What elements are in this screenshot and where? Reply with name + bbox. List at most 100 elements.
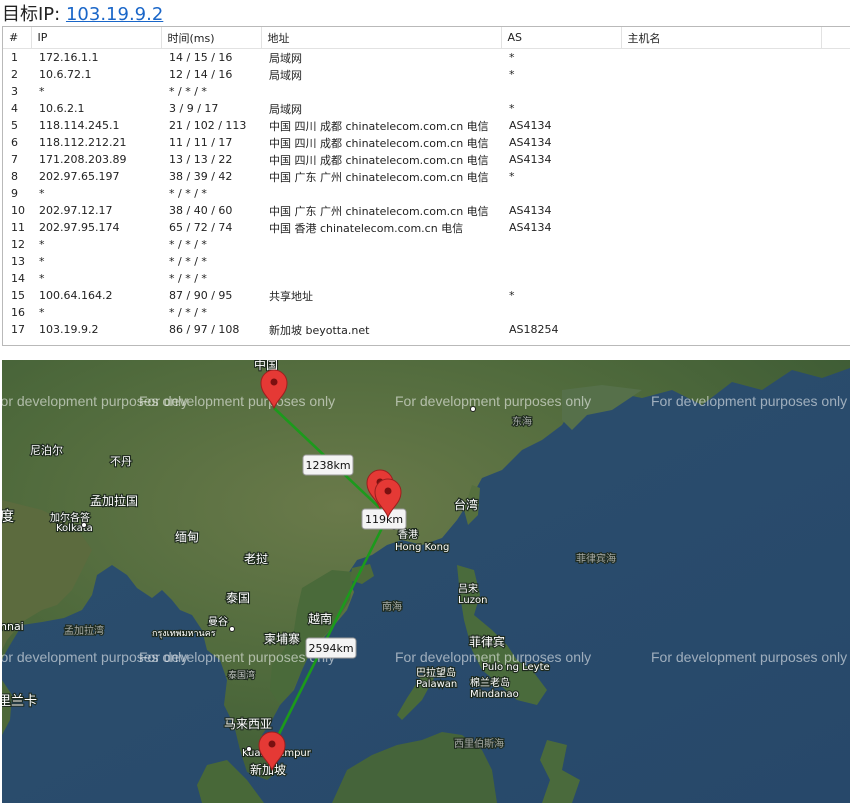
cell-ip: * [39,85,45,98]
table-row[interactable]: 15 100.64.164.2 87 / 90 / 95 共享地址 * [3,287,850,304]
cell-time: 65 / 72 / 74 [169,221,233,234]
table-row[interactable]: 7 171.208.203.89 13 / 13 / 22 中国 四川 成都 chin… [3,151,850,168]
cell-spacer [821,202,850,219]
cell-ip: * [39,255,45,268]
cell-as [501,253,621,270]
table-row[interactable]: 4 10.6.2.1 3 / 9 / 17 局域网 * [3,100,850,117]
cell-address [261,185,501,202]
cell-address [261,236,501,253]
label-east-sea: 东海 [512,415,532,428]
table-row[interactable]: 9 * * / * / * [3,185,850,202]
label-india-fragment: 度 [2,509,14,525]
cell-spacer [821,83,850,100]
cell-ip: 10.6.72.1 [39,68,92,81]
cell-index: 10 [11,204,25,217]
cell-hostname [621,83,821,100]
cell-ip: 118.112.212.21 [39,136,127,149]
table-row[interactable]: 5 118.114.245.1 21 / 102 / 113 中国 四川 成都 chi… [3,117,850,134]
col-header-ip[interactable]: IP [31,27,162,49]
label-luzon-cn: 吕宋 [458,582,478,595]
table-row[interactable]: 3 * * / * / * [3,83,850,100]
cell-hostname [621,66,821,83]
table-row[interactable]: 17 103.19.9.2 86 / 97 / 108 新加坡 beyotta.net… [3,321,850,338]
cell-time: 87 / 90 / 95 [169,289,233,302]
target-ip-link[interactable]: 103.19.9.2 [66,4,163,25]
table-row[interactable]: 2 10.6.72.1 12 / 14 / 16 局域网 * [3,66,850,83]
cell-as: AS18254 [509,323,559,336]
watermark-text: For development purposes only [651,649,847,665]
cell-spacer [821,236,850,253]
watermark-text: For development purposes only [395,393,591,409]
cell-address: 中国 广东 广州 chinatelecom.com.cn 电信 [269,204,489,218]
col-header-index[interactable]: # [3,27,32,49]
table-row[interactable]: 14 * * / * / * [3,270,850,287]
label-luzon: Luzon [458,595,487,606]
table-row[interactable]: 6 118.112.212.21 11 / 11 / 17 中国 四川 成都 chin… [3,134,850,151]
distance-label-3: 2594km [308,642,353,655]
table-body: 1 172.16.1.1 14 / 15 / 16 局域网 * 2 10.6.72.1 12 … [3,49,850,339]
table-row[interactable]: 16 * * / * / * [3,304,850,321]
cell-time: * / * / * [169,85,207,98]
cell-time: * / * / * [169,272,207,285]
watermark-text: For development purposes only [139,393,335,409]
cell-as: AS4134 [509,136,552,149]
cell-as [501,185,621,202]
cell-as: * [509,68,515,81]
cell-ip: 172.16.1.1 [39,51,99,64]
cell-address: 共享地址 [269,289,313,303]
distance-label-2: 119km [365,513,403,526]
label-gulf-thailand: 泰国湾 [228,669,255,681]
cell-as: AS4134 [509,221,552,234]
cell-hostname [621,219,821,236]
cell-address [261,270,501,287]
cell-spacer [821,134,850,151]
cell-hostname [621,236,821,253]
label-vietnam: 越南 [308,611,332,626]
table-row[interactable]: 11 202.97.95.174 65 / 72 / 74 中国 香港 chinate… [3,219,850,236]
table-row[interactable]: 10 202.97.12.17 38 / 40 / 60 中国 广东 广州 china… [3,202,850,219]
cell-index: 3 [11,85,18,98]
cell-spacer [821,100,850,117]
cell-ip: * [39,238,45,251]
label-laos: 老挝 [244,552,268,566]
cell-ip: * [39,272,45,285]
label-philippine-sea: 菲律宾海 [576,552,616,565]
cell-index: 1 [11,51,18,64]
cell-as [501,270,621,287]
target-ip-label: 目标IP: [2,4,61,25]
table-row[interactable]: 8 202.97.65.197 38 / 39 / 42 中国 广东 广州 china… [3,168,850,185]
cell-hostname [621,321,821,338]
cell-time: 11 / 11 / 17 [169,136,233,149]
label-hongkong-cn: 香港 [398,529,418,541]
route-map[interactable]: For development purposes only For develo… [2,360,850,803]
watermark-text: For development purposes only [651,393,847,409]
cell-ip: 202.97.65.197 [39,170,120,183]
cell-hostname [621,100,821,117]
cell-index: 11 [11,221,25,234]
cell-ip: 103.19.9.2 [39,323,99,336]
table-row[interactable]: 13 * * / * / * [3,253,850,270]
cell-address: 局域网 [269,102,302,116]
cell-index: 7 [11,153,18,166]
label-kolkata: Kolkata [56,523,93,534]
cell-hostname [621,151,821,168]
cell-as: * [509,289,515,302]
col-header-time[interactable]: 时间(ms) [161,27,262,49]
cell-index: 4 [11,102,18,115]
cell-time: 13 / 13 / 22 [169,153,233,166]
label-mindanao-cn: 棉兰老岛 [470,676,510,689]
traceroute-table-panel: # IP 时间(ms) 地址 AS 主机名 1 172.16.1.1 14 / 15… [2,26,850,346]
col-header-address[interactable]: 地址 [261,27,502,49]
cell-spacer [821,117,850,134]
cell-index: 2 [11,68,18,81]
label-bangkok-th: กรุงเทพมหานคร [152,629,216,639]
cell-hostname [621,185,821,202]
table-row[interactable]: 1 172.16.1.1 14 / 15 / 16 局域网 * [3,49,850,67]
col-header-as[interactable]: AS [501,27,622,49]
label-mindanao: Mindanao [470,689,519,700]
cell-as: * [509,102,515,115]
label-pulo-leyte: Pulo ng Leyte [482,662,550,673]
table-row[interactable]: 12 * * / * / * [3,236,850,253]
col-header-hostname[interactable]: 主机名 [621,27,822,49]
cell-spacer [821,253,850,270]
